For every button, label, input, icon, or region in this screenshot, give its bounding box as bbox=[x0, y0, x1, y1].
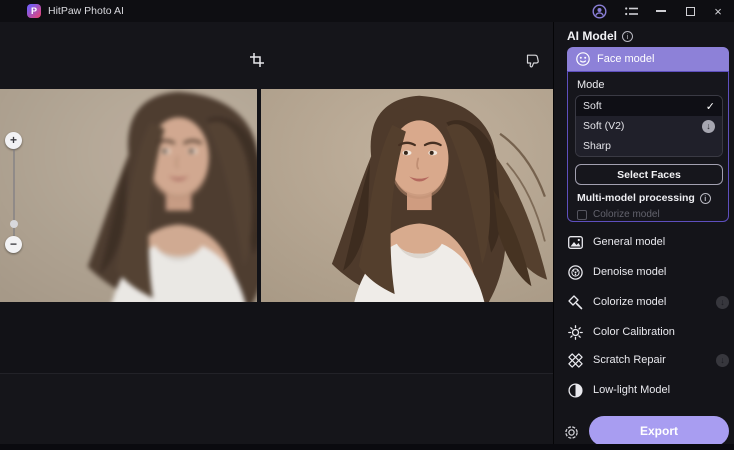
minimize-icon bbox=[656, 10, 666, 12]
sidebar-item-low-light-model[interactable]: Low-light Model bbox=[567, 376, 729, 404]
menu-icon bbox=[624, 6, 638, 15]
zoom-handle[interactable] bbox=[10, 220, 18, 228]
canvas-toolbar bbox=[0, 22, 553, 89]
download-icon[interactable]: ↓ bbox=[702, 119, 715, 133]
app-title: HitPaw Photo AI bbox=[48, 5, 124, 17]
sidebar-item-scratch-repair[interactable]: Scratch Repair ↓ bbox=[567, 346, 729, 374]
mode-option-soft[interactable]: Soft ✓ bbox=[576, 96, 722, 116]
menu-button[interactable] bbox=[618, 0, 644, 22]
app-logo: P bbox=[27, 4, 41, 18]
image-icon bbox=[567, 235, 583, 249]
crop-icon bbox=[250, 53, 264, 67]
before-photo[interactable] bbox=[0, 89, 257, 302]
account-button[interactable] bbox=[586, 0, 612, 22]
download-icon[interactable]: ↓ bbox=[716, 295, 729, 309]
mode-option-list: Soft ✓ Soft (V2) ↓ Sharp bbox=[575, 95, 723, 157]
bottom-bar: + Preview bbox=[0, 373, 553, 444]
face-model-settings-panel: Mode Soft ✓ Soft (V2) ↓ Sharp Select Fac… bbox=[567, 71, 729, 222]
half-circle-icon bbox=[567, 382, 583, 398]
settings-button[interactable] bbox=[562, 423, 580, 441]
check-icon: ✓ bbox=[705, 100, 715, 113]
paint-roller-icon bbox=[567, 294, 582, 309]
maximize-icon bbox=[685, 6, 695, 16]
mode-option-sharp[interactable]: Sharp bbox=[576, 136, 722, 156]
face-model-button[interactable]: Face model bbox=[567, 47, 729, 71]
sun-icon bbox=[567, 324, 583, 340]
ai-model-title: AI Model bbox=[567, 29, 617, 43]
checkbox-icon[interactable] bbox=[577, 209, 587, 220]
bandage-icon bbox=[567, 352, 583, 368]
sidebar: AI Model i Face model Mode Soft ✓ Soft (… bbox=[553, 22, 734, 450]
info-icon[interactable]: i bbox=[699, 192, 711, 204]
minimize-button[interactable] bbox=[648, 0, 674, 22]
face-icon bbox=[576, 52, 590, 66]
zoom-out-button[interactable]: − bbox=[5, 236, 22, 253]
account-icon bbox=[591, 3, 607, 19]
maximize-button[interactable] bbox=[677, 0, 703, 22]
sidebar-item-colorize-model[interactable]: Colorize model ↓ bbox=[567, 288, 729, 316]
close-icon: × bbox=[714, 3, 722, 19]
zoom-control: + − bbox=[5, 132, 23, 254]
denoise-icon bbox=[567, 264, 583, 280]
thumbs-down-icon bbox=[526, 54, 539, 68]
hitpaw-photo-ai-window: P HitPaw Photo AI × + − AI Model i Face … bbox=[0, 0, 734, 450]
sidebar-header: AI Model i bbox=[567, 29, 633, 43]
multi-model-label: Multi-model processing i bbox=[577, 192, 711, 204]
gear-icon bbox=[564, 425, 578, 439]
sidebar-item-denoise-model[interactable]: Denoise model bbox=[567, 258, 729, 286]
mode-label: Mode bbox=[577, 79, 605, 91]
sidebar-item-color-calibration[interactable]: Color Calibration bbox=[567, 318, 729, 346]
after-photo[interactable] bbox=[261, 89, 553, 302]
select-faces-button[interactable]: Select Faces bbox=[575, 164, 723, 185]
info-icon[interactable]: i bbox=[622, 30, 633, 42]
crop-button[interactable] bbox=[247, 50, 267, 70]
colorize-checkbox-row[interactable]: Colorize model bbox=[577, 209, 660, 220]
window-bottom-edge bbox=[0, 444, 734, 450]
close-button[interactable]: × bbox=[705, 0, 731, 22]
titlebar: P HitPaw Photo AI × bbox=[0, 0, 734, 22]
face-model-label: Face model bbox=[597, 53, 655, 65]
sidebar-item-general-model[interactable]: General model bbox=[567, 228, 729, 256]
zoom-in-button[interactable]: + bbox=[5, 132, 22, 149]
download-icon[interactable]: ↓ bbox=[716, 353, 729, 367]
mode-option-soft-v2[interactable]: Soft (V2) ↓ bbox=[576, 116, 722, 136]
feedback-button[interactable] bbox=[523, 51, 543, 71]
export-button[interactable]: Export bbox=[589, 416, 729, 446]
